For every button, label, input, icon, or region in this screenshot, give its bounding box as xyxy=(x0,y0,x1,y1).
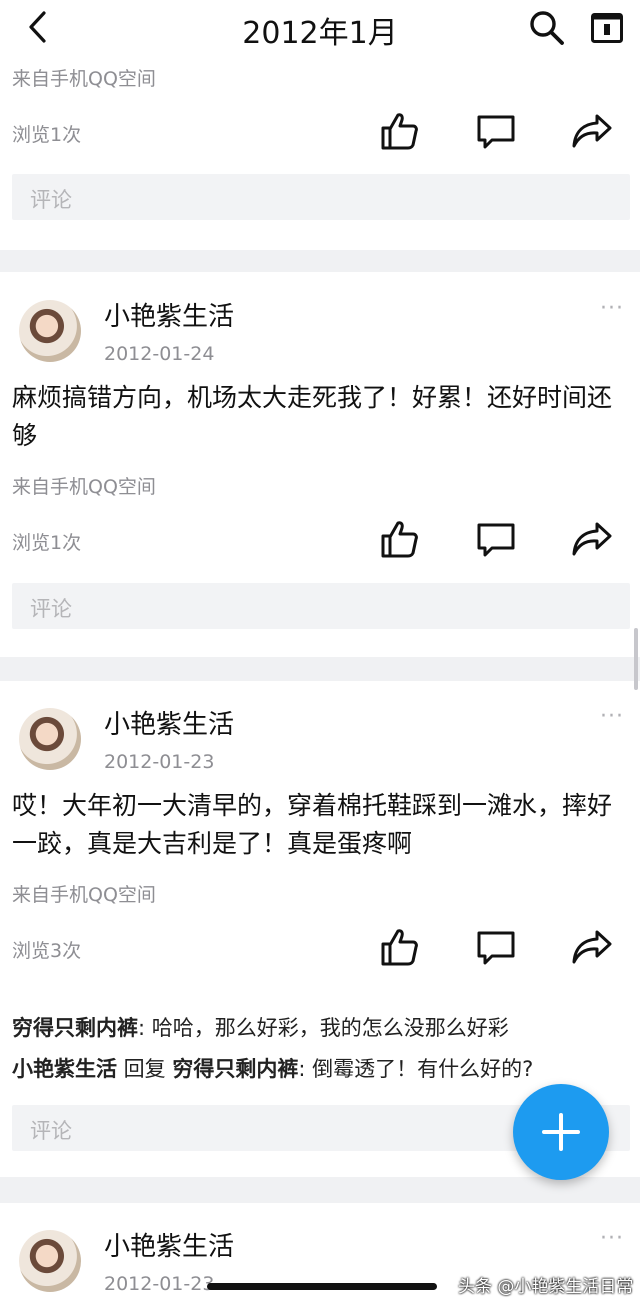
comment-input[interactable]: 评论 xyxy=(12,174,630,220)
share-icon[interactable] xyxy=(571,928,613,966)
comment-icon[interactable] xyxy=(476,930,516,966)
post-date: 2012-01-23 xyxy=(104,751,215,773)
author-name[interactable]: 小艳紫生活 xyxy=(104,296,234,333)
comment-icon[interactable] xyxy=(476,522,516,558)
reply-target-user[interactable]: 穷得只剩内裤 xyxy=(172,1057,298,1081)
avatar[interactable] xyxy=(19,1230,81,1292)
calendar-icon[interactable] xyxy=(590,10,624,44)
view-count: 浏览1次 xyxy=(12,124,82,146)
post-date: 2012-01-23 xyxy=(104,1273,215,1295)
avatar[interactable] xyxy=(19,708,81,770)
comment-user[interactable]: 小艳紫生活 xyxy=(12,1057,117,1081)
more-options-icon[interactable]: ··· xyxy=(600,1226,624,1251)
post-card: 来自手机QQ空间 浏览1次 评论 xyxy=(0,54,640,250)
comment-input[interactable]: 评论 xyxy=(12,583,630,629)
post-source: 来自手机QQ空间 xyxy=(12,476,156,498)
view-count: 浏览3次 xyxy=(12,940,82,962)
comment-icon[interactable] xyxy=(476,114,516,150)
share-icon[interactable] xyxy=(571,520,613,558)
reply-verb: 回复 xyxy=(117,1057,173,1081)
post-text: 麻烦搞错方向，机场太大走死我了！好累！还好时间还够 xyxy=(12,383,613,450)
author-name[interactable]: 小艳紫生活 xyxy=(104,1226,234,1263)
post-date: 2012-01-24 xyxy=(104,343,215,365)
thumbs-up-icon[interactable] xyxy=(380,111,420,151)
post-source: 来自手机QQ空间 xyxy=(12,884,156,906)
share-icon[interactable] xyxy=(571,112,613,150)
comment-text: : 哈哈，那么好彩，我的怎么没那么好彩 xyxy=(138,1016,509,1040)
thumbs-up-icon[interactable] xyxy=(380,519,420,559)
comment-placeholder: 评论 xyxy=(30,597,72,621)
more-options-icon[interactable]: ··· xyxy=(600,704,624,729)
post-card: 小艳紫生活 2012-01-24 ··· 麻烦搞错方向，机场太大走死我了！好累！… xyxy=(0,272,640,657)
add-post-button[interactable] xyxy=(513,1084,609,1180)
comment-user[interactable]: 穷得只剩内裤 xyxy=(12,1016,138,1040)
comment-item: 穷得只剩内裤: 哈哈，那么好彩，我的怎么没那么好彩 xyxy=(12,1012,509,1042)
avatar[interactable] xyxy=(19,300,81,362)
comment-placeholder: 评论 xyxy=(30,1119,72,1143)
scrollbar-thumb[interactable] xyxy=(634,628,638,690)
thumbs-up-icon[interactable] xyxy=(380,927,420,967)
top-bar: 2012年1月 xyxy=(0,0,640,54)
post-text: 哎！大年初一大清早的，穿着棉托鞋踩到一滩水，摔好一跤，真是大吉利是了！真是蛋疼啊 xyxy=(12,791,613,858)
post-source: 来自手机QQ空间 xyxy=(12,68,156,90)
search-icon[interactable] xyxy=(528,9,566,47)
home-indicator xyxy=(207,1283,437,1290)
plus-icon xyxy=(542,1113,580,1151)
more-options-icon[interactable]: ··· xyxy=(600,296,624,321)
author-name[interactable]: 小艳紫生活 xyxy=(104,704,234,741)
comment-item: 小艳紫生活 回复 穷得只剩内裤: 倒霉透了！有什么好的? xyxy=(12,1053,533,1083)
view-count: 浏览1次 xyxy=(12,532,82,554)
comment-placeholder: 评论 xyxy=(30,188,72,212)
watermark: 头条 @小艳紫生活日常 xyxy=(458,1277,634,1297)
comment-text: : 倒霉透了！有什么好的? xyxy=(298,1057,534,1081)
